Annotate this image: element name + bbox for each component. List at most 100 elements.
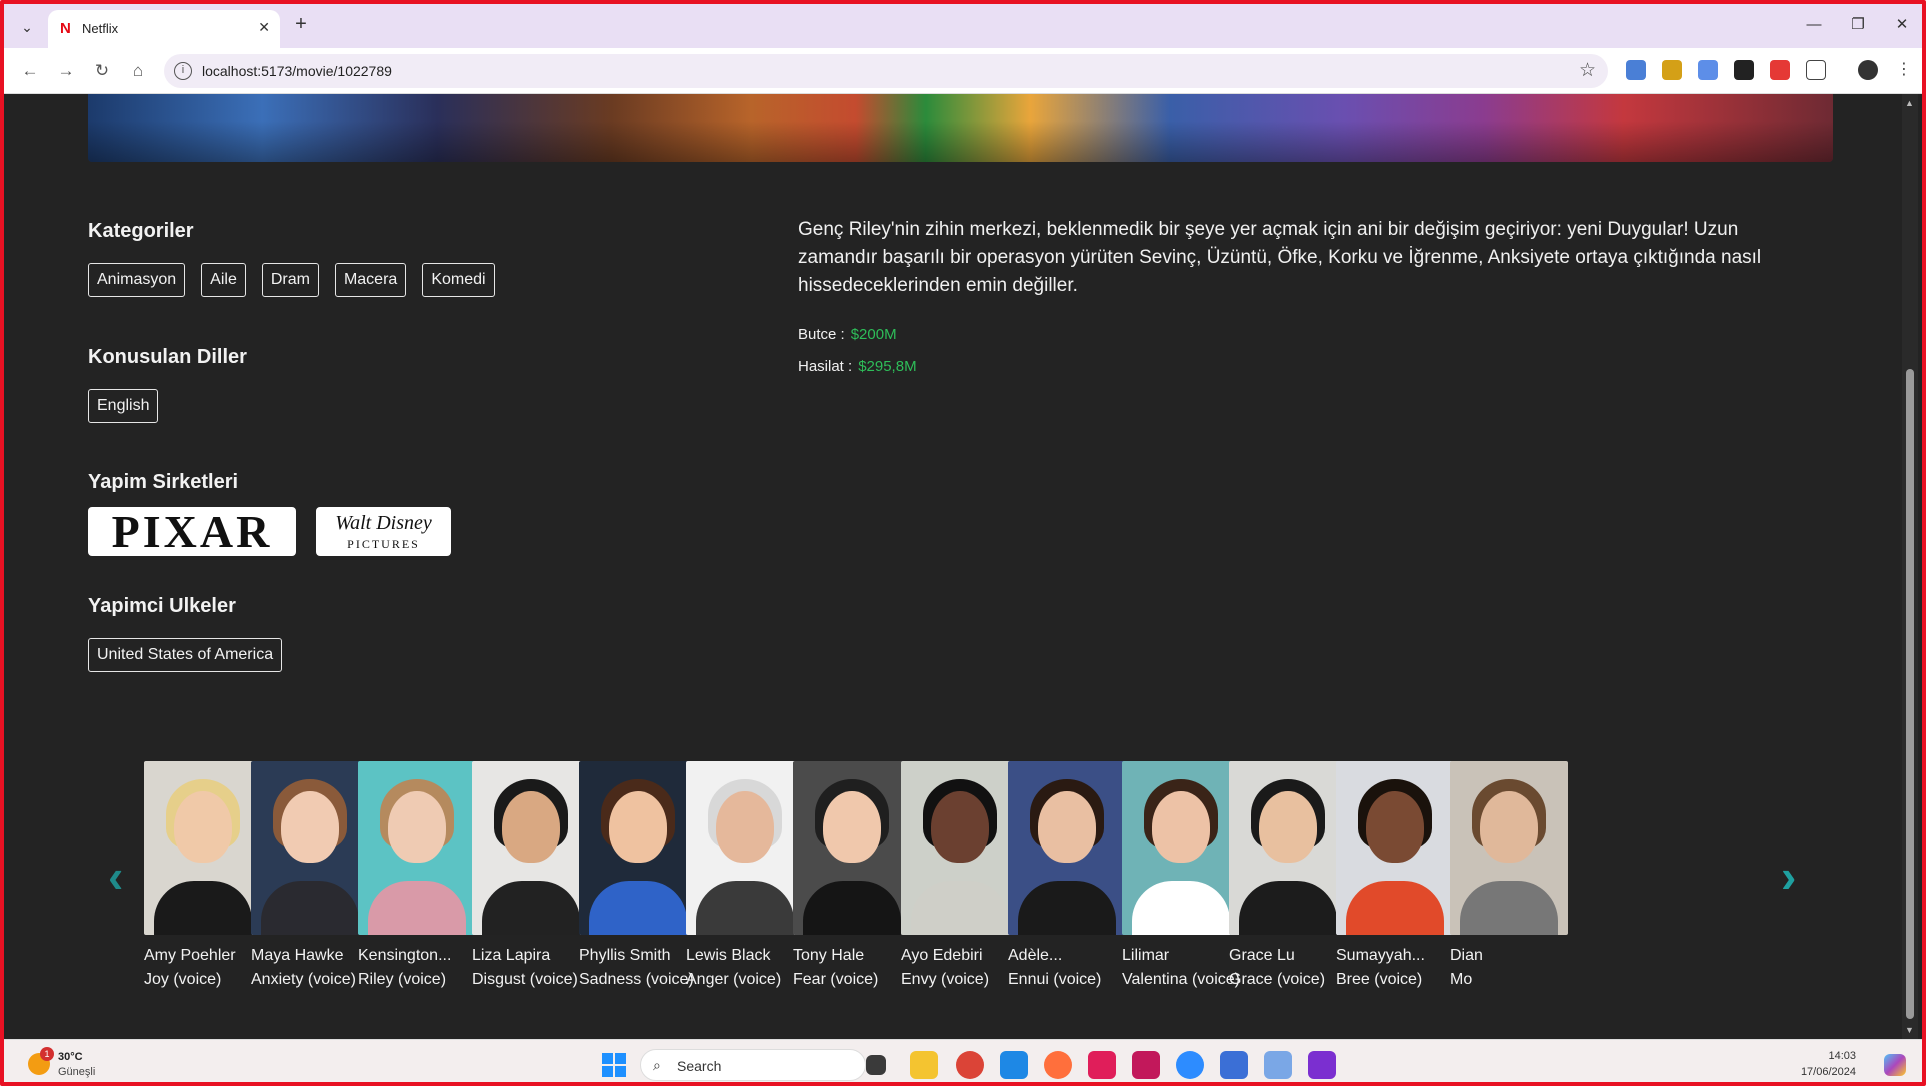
app-icon[interactable] [1220,1051,1248,1079]
cast-card[interactable]: Kensington... Riley (voice) [358,761,476,989]
copilot-icon[interactable] [1884,1054,1906,1076]
back-arrow-icon[interactable]: ← [16,57,44,85]
cast-carousel: Amy Poehler Joy (voice) Maya Hawke Anxiety … [144,761,1776,1001]
cast-card[interactable]: Lilimar Valentina (voice) [1122,761,1240,989]
snipping-tool-icon[interactable] [1264,1051,1292,1079]
category-tag: Macera [334,263,407,297]
cast-next-chevron-icon[interactable]: › [1781,849,1796,903]
revenue-value: $295,8M [858,358,917,375]
restore-icon[interactable]: ❐ [1838,12,1878,38]
cast-card[interactable]: Maya Hawke Anxiety (voice) [251,761,369,989]
cast-card[interactable]: Grace Lu Grace (voice) [1229,761,1347,989]
movie-detail-page: Kategoriler Animasyon Aile Dram Macera Komed… [8,94,1914,1039]
weather-badge: 1 [40,1047,54,1061]
cast-name: Tony Hale [793,947,865,964]
cast-photo [901,761,1019,935]
budget-row: Butce : $200M [798,326,897,343]
cast-name: Liza Lapira [472,947,551,964]
cast-card[interactable]: Ayo Edebiri Envy (voice) [901,761,1019,989]
chrome-icon[interactable] [956,1051,984,1079]
slack-icon[interactable] [1088,1051,1116,1079]
extensions-puzzle-icon[interactable] [1806,60,1826,80]
translate-extension-icon[interactable] [1626,60,1646,80]
taskbar-search-box[interactable]: ⌕ Search [640,1049,866,1081]
new-tab-button[interactable]: + [288,13,314,36]
cast-photo [579,761,697,935]
company-logos: PIXAR Walt Disney PICTURES [88,507,451,557]
zoom-icon[interactable] [1176,1051,1204,1079]
file-explorer-icon[interactable] [910,1051,938,1079]
cast-photo [144,761,262,935]
scroll-thumb[interactable] [1906,369,1914,1019]
home-icon[interactable]: ⌂ [124,57,152,85]
countries-title: Yapimci Ulkeler [88,595,236,617]
task-view-icon[interactable] [866,1055,886,1075]
languages-list: English [88,389,159,423]
scroll-up-icon[interactable]: ▲ [1905,98,1914,108]
clock-time[interactable]: 14:03 [1828,1050,1856,1062]
extension-icon[interactable] [1662,60,1682,80]
tab-netflix[interactable]: N Netflix ✕ [48,10,280,48]
windows-taskbar: 1 30°C Güneşli ⌕ Search 14:03 17/06/2024 [4,1039,1922,1082]
bootstrap-icon[interactable] [1308,1051,1336,1079]
cast-card[interactable]: Tony Hale Fear (voice) [793,761,911,989]
windows-start-icon[interactable] [602,1053,626,1077]
page-scrollbar[interactable]: ▲ ▼ [1902,94,1918,1039]
site-info-icon[interactable]: i [174,62,192,80]
tab-search-button[interactable]: ⌄ [14,14,40,40]
profile-avatar[interactable] [1858,60,1878,80]
cast-card[interactable]: Dian Mo [1450,761,1568,989]
jetbrains-icon[interactable] [1132,1051,1160,1079]
cast-photo [1008,761,1126,935]
cast-photo [251,761,369,935]
cast-role: Sadness (voice) [579,971,694,988]
cast-card[interactable]: Amy Poehler Joy (voice) [144,761,262,989]
weather-condition[interactable]: Güneşli [58,1066,95,1078]
cast-card[interactable]: Liza Lapira Disgust (voice) [472,761,590,989]
cast-prev-chevron-icon[interactable]: ‹ [108,849,123,903]
revenue-label: Hasilat : [798,358,853,375]
url-text[interactable]: localhost:5173/movie/1022789 [202,63,392,79]
cast-photo [358,761,476,935]
disney-logo-line2: PICTURES [347,537,420,551]
off-extension-icon[interactable] [1770,60,1790,80]
cast-photo [1336,761,1454,935]
cast-name: Sumayyah... [1336,947,1425,964]
vscode-icon[interactable] [1000,1051,1028,1079]
cast-card[interactable]: Phyllis Smith Sadness (voice) [579,761,697,989]
eyedropper-extension-icon[interactable] [1734,60,1754,80]
close-window-icon[interactable]: ✕ [1882,12,1922,38]
address-bar[interactable]: i localhost:5173/movie/1022789 ☆ [164,54,1608,88]
category-tag: Animasyon [88,263,186,297]
revenue-row: Hasilat : $295,8M [798,358,917,375]
language-tag: English [88,389,159,423]
forward-arrow-icon[interactable]: → [52,57,80,85]
scroll-down-icon[interactable]: ▼ [1905,1025,1914,1035]
cast-photo [1229,761,1347,935]
cast-card[interactable]: Adèle... Ennui (voice) [1008,761,1126,989]
minimize-icon[interactable]: — [1794,12,1834,38]
browser-window: ⌄ N Netflix ✕ + — ❐ ✕ ← → ↻ ⌂ i localhos… [0,0,1926,1086]
reload-icon[interactable]: ↻ [88,57,116,85]
cast-name: Kensington... [358,947,452,964]
clock-date[interactable]: 17/06/2024 [1801,1066,1856,1078]
close-tab-icon[interactable]: ✕ [258,19,270,36]
categories-title: Kategoriler [88,220,194,242]
weather-temperature[interactable]: 30°C [58,1051,83,1063]
category-tag: Aile [201,263,246,297]
postman-icon[interactable] [1044,1051,1072,1079]
cast-name: Lilimar [1122,947,1170,964]
languages-title: Konusulan Diller [88,346,247,368]
category-tag: Komedi [422,263,495,297]
pixar-logo: PIXAR [88,507,296,557]
browser-menu-icon[interactable]: ⋮ [1894,60,1914,80]
cast-role: Joy (voice) [144,971,222,988]
cast-card[interactable]: Lewis Black Anger (voice) [686,761,804,989]
bookmark-star-icon[interactable]: ☆ [1579,59,1596,82]
clipboard-extension-icon[interactable] [1698,60,1718,80]
movie-overview: Genç Riley'nin zihin merkezi, beklenmedi… [798,219,1762,296]
cast-card[interactable]: Sumayyah... Bree (voice) [1336,761,1454,989]
cast-name: Phyllis Smith [579,947,671,964]
budget-value: $200M [850,326,897,343]
taskbar-search-placeholder: Search [677,1058,722,1074]
